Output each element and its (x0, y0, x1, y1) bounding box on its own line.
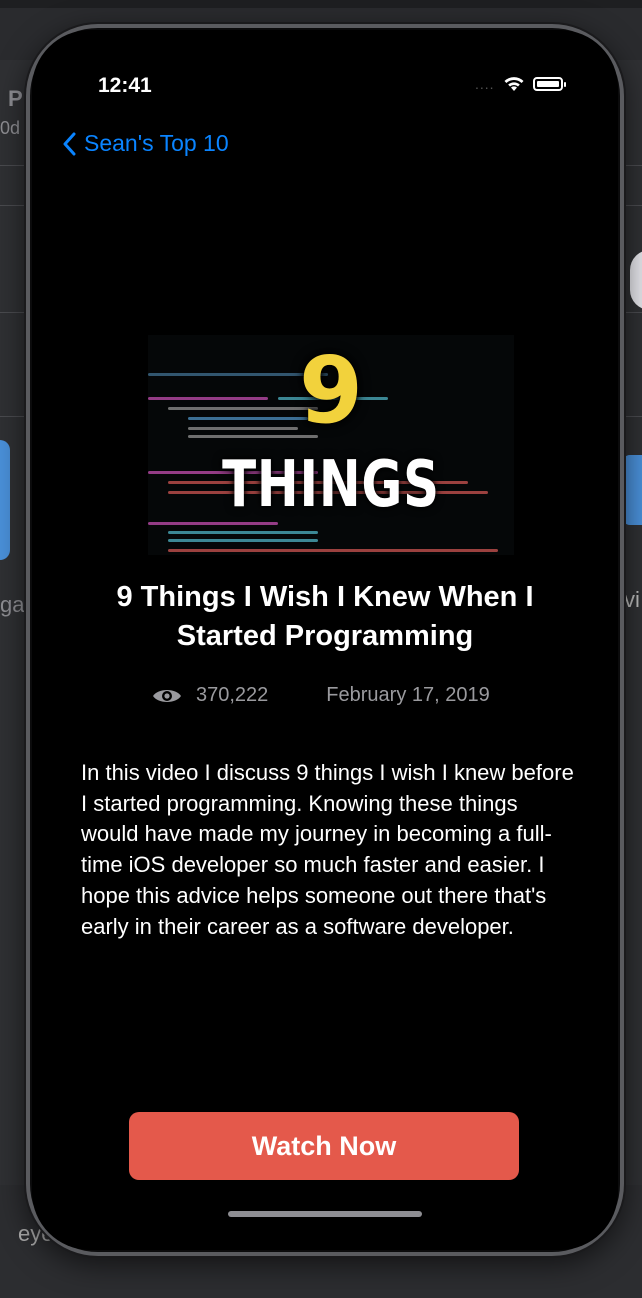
thumbnail-number: 9 (298, 337, 363, 444)
video-title: 9 Things I Wish I Knew When I Started Pr… (116, 581, 534, 652)
home-indicator[interactable] (228, 1211, 422, 1217)
background-blue-element (622, 455, 642, 525)
code-line (168, 539, 318, 542)
back-button-label: Sean's Top 10 (84, 130, 229, 156)
background-text: ga (0, 592, 25, 617)
view-count-label: 370,222 (196, 684, 269, 706)
publish-date: February 17, 2019 (326, 684, 490, 706)
code-line (168, 549, 498, 552)
status-time: 12:41 (98, 74, 152, 97)
back-button[interactable]: Sean's Top 10 (62, 130, 229, 157)
video-description: In this video I discuss 9 things I wish … (81, 760, 574, 939)
phone-screen: 12:41 .... Sean's Top 10 9 THINGS 9 Thin… (32, 30, 618, 1250)
status-icons: .... (475, 76, 566, 92)
thumbnail-word: THINGS (222, 448, 440, 522)
eye-icon (153, 689, 181, 702)
video-meta: 370,222 February 17, 2019 (152, 684, 490, 707)
chevron-left-icon (63, 132, 76, 155)
view-count: 370,222 (152, 684, 268, 707)
code-line (168, 531, 318, 534)
background-text: vi (624, 587, 640, 612)
battery-icon (532, 77, 566, 91)
background-text: P (8, 86, 23, 111)
background-blue-element (0, 440, 10, 560)
code-line (148, 522, 278, 525)
signal-dots: .... (475, 76, 495, 92)
background-topstrip (0, 0, 642, 8)
video-thumbnail[interactable]: 9 THINGS (148, 335, 514, 555)
background-text: 0d (0, 118, 21, 138)
watch-now-button[interactable]: Watch Now (129, 1112, 519, 1180)
wifi-icon (504, 77, 524, 91)
